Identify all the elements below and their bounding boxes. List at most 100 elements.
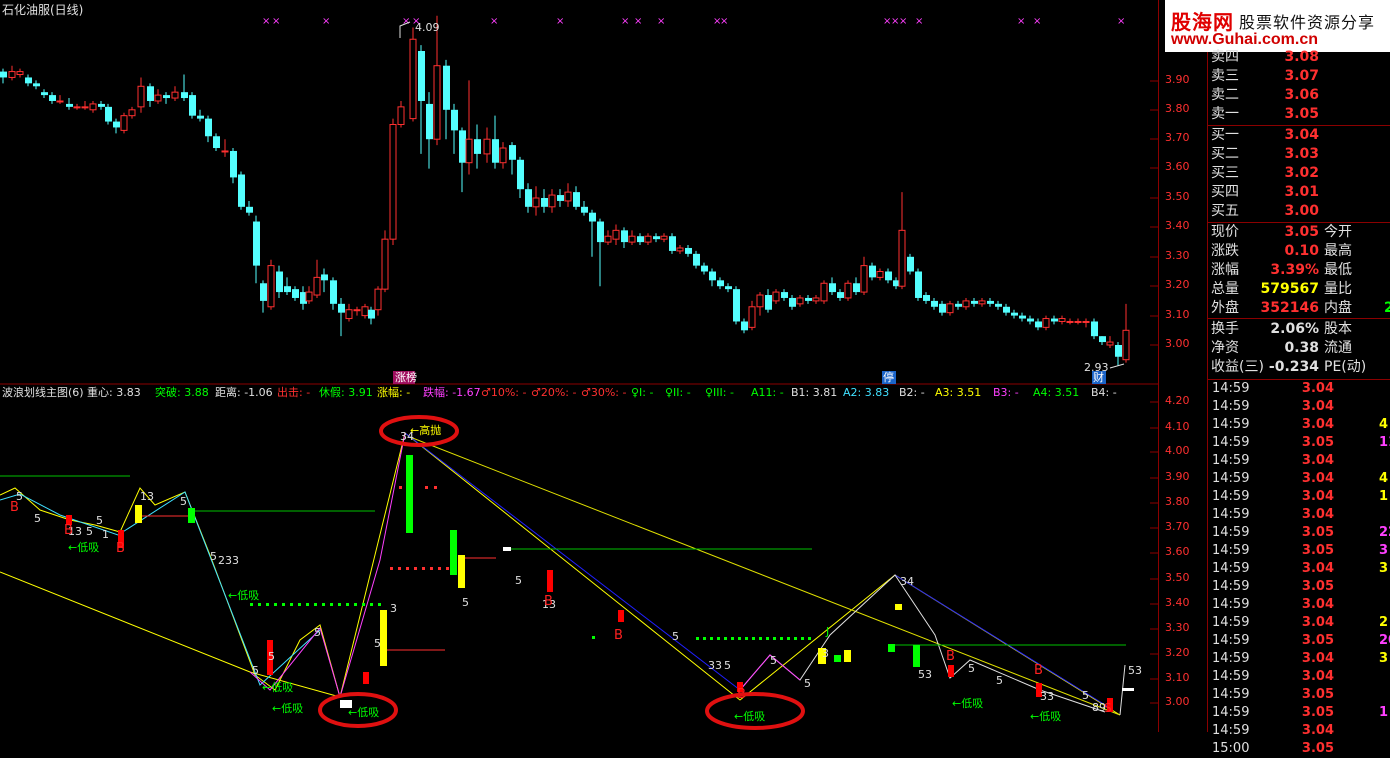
candle-body bbox=[381, 238, 389, 290]
dixi-label: ←低吸 bbox=[1030, 710, 1061, 723]
tick-volume: 11 bbox=[1379, 435, 1390, 450]
candle-body bbox=[621, 230, 628, 243]
candle-body bbox=[772, 291, 780, 302]
candle-body bbox=[205, 118, 212, 137]
indicator-header-item: B2: - bbox=[899, 386, 925, 399]
indicator-header-item: 波浪划线主图(6) bbox=[2, 385, 84, 399]
tick-volume: 3 bbox=[1379, 561, 1389, 576]
y-label: 4.10 bbox=[1165, 420, 1190, 433]
candle-body bbox=[374, 288, 382, 311]
candle-body bbox=[163, 95, 170, 99]
quote-value: 3.01 bbox=[1284, 184, 1319, 200]
indicator-header-item: 跌幅: -1.67 bbox=[423, 385, 481, 399]
wave-count-label: 3 bbox=[822, 647, 829, 660]
candle-body bbox=[81, 106, 89, 109]
candle-body bbox=[1019, 315, 1026, 319]
y-label: 3.30 bbox=[1165, 621, 1190, 634]
y-label: 3.80 bbox=[1165, 102, 1190, 115]
candle-body bbox=[701, 265, 708, 272]
candle-body bbox=[16, 71, 24, 76]
candle-body bbox=[267, 265, 275, 308]
dot bbox=[430, 567, 433, 570]
indicator-bar bbox=[450, 530, 457, 575]
logo-slogan: 股票软件资源分享 bbox=[1239, 13, 1376, 32]
tick-price: 3.04 bbox=[1301, 489, 1334, 504]
candle-body bbox=[89, 103, 97, 111]
dot bbox=[724, 637, 727, 640]
indicator-header-item: A3: 3.51 bbox=[935, 386, 981, 399]
candle-body bbox=[557, 195, 564, 201]
candle-body bbox=[1082, 320, 1090, 323]
y-label: 3.60 bbox=[1165, 545, 1190, 558]
candle-body bbox=[137, 85, 145, 108]
kline-chart[interactable]: × × × × × × × × × × ×× × × × × × × ×4.092.93涨榜停财 石化油服(日线)… bbox=[0, 0, 1158, 732]
indicator-bar bbox=[458, 555, 465, 588]
tick-price: 3.05 bbox=[1301, 633, 1334, 648]
candle-body bbox=[98, 103, 105, 107]
candle-body bbox=[113, 121, 120, 128]
tick-price: 3.05 bbox=[1301, 543, 1334, 558]
tag-ting: 停 bbox=[883, 370, 894, 384]
dot bbox=[338, 603, 341, 606]
dot bbox=[745, 637, 748, 640]
candle-body bbox=[330, 280, 337, 304]
wave-count-label: 1 bbox=[102, 528, 109, 541]
candle-body bbox=[907, 256, 914, 272]
candle-body bbox=[589, 212, 596, 222]
candle-body bbox=[517, 159, 524, 190]
indicator-bar bbox=[834, 655, 841, 662]
candle-body bbox=[260, 283, 267, 301]
quote-value: 579567 bbox=[1260, 281, 1319, 297]
tick-price: 3.04 bbox=[1301, 381, 1334, 396]
candle-body bbox=[284, 286, 291, 293]
wave-count-label: 5 bbox=[804, 677, 811, 690]
candle-body bbox=[1058, 318, 1066, 322]
indicator-header-item: 重心: 3.83 bbox=[87, 385, 141, 399]
dot bbox=[780, 637, 783, 640]
candle-body bbox=[946, 303, 954, 314]
signal-cross: × bbox=[657, 16, 665, 27]
candle-body bbox=[509, 145, 516, 160]
candle-body bbox=[409, 38, 417, 120]
tick-volume: 3 bbox=[1379, 543, 1389, 558]
wave-count-label: 5 bbox=[210, 550, 217, 563]
candle-body bbox=[1122, 329, 1130, 361]
candle-body bbox=[292, 289, 299, 298]
dot bbox=[717, 637, 720, 640]
high-price-label: 4.09 bbox=[415, 21, 440, 34]
wave-count-label: 33 bbox=[708, 659, 722, 672]
buy-signal-b: B bbox=[64, 523, 73, 538]
candle-body bbox=[397, 106, 405, 125]
dot bbox=[266, 603, 269, 606]
candle-body bbox=[532, 197, 540, 208]
signal-cross: × bbox=[402, 16, 410, 27]
candle-body bbox=[805, 297, 812, 301]
dot bbox=[752, 637, 755, 640]
tick-price: 3.05 bbox=[1301, 687, 1334, 702]
tick-volume: 1 bbox=[1379, 489, 1389, 504]
candle-body bbox=[628, 235, 636, 243]
wave-count-label: 5 bbox=[1082, 689, 1089, 702]
candle-body bbox=[389, 124, 397, 240]
dot bbox=[322, 603, 325, 606]
candle-body bbox=[56, 100, 64, 103]
dot bbox=[446, 567, 449, 570]
quote-key2: 流通 bbox=[1324, 340, 1352, 356]
candle-body bbox=[474, 139, 481, 154]
candle-body bbox=[820, 282, 828, 302]
dot bbox=[354, 603, 357, 606]
tag-cai: 财 bbox=[1093, 370, 1104, 384]
wave-count-label: 5 bbox=[770, 654, 777, 667]
candle-body bbox=[221, 150, 229, 153]
y-label: 3.10 bbox=[1165, 308, 1190, 321]
candle-body bbox=[1066, 320, 1074, 323]
candle-body bbox=[321, 274, 328, 281]
candle-body bbox=[147, 86, 154, 101]
dot bbox=[362, 603, 365, 606]
candle-body bbox=[741, 321, 748, 331]
dot bbox=[330, 603, 333, 606]
y-label: 3.70 bbox=[1165, 520, 1190, 533]
wave-count-label: 5 bbox=[462, 596, 469, 609]
dot bbox=[794, 637, 797, 640]
y-label: 3.30 bbox=[1165, 249, 1190, 262]
